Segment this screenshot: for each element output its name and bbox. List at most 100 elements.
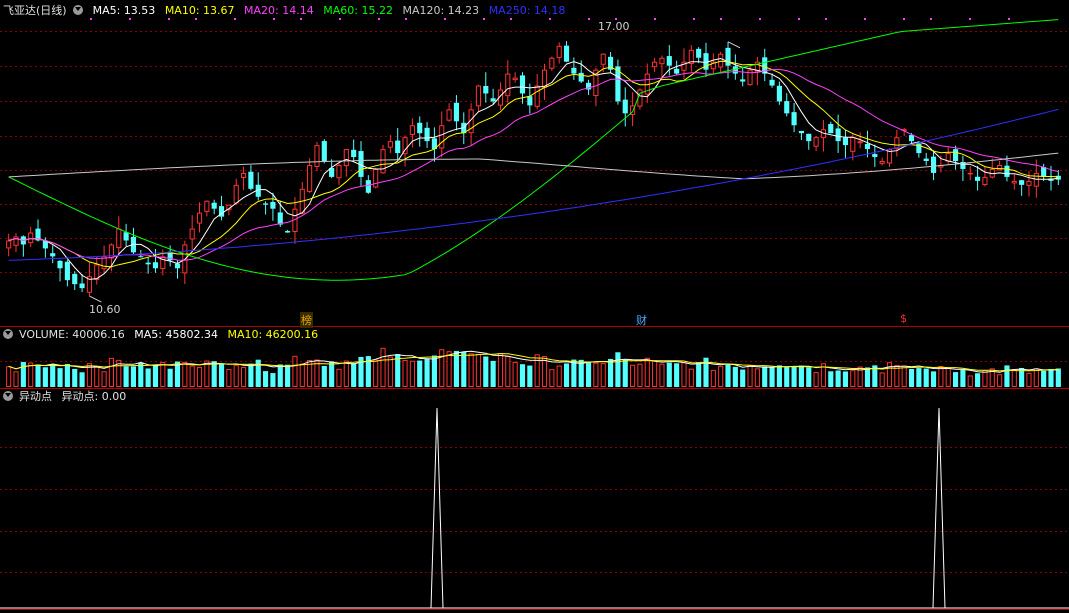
volume-bar (952, 372, 959, 387)
candle-body (952, 149, 959, 162)
candle-body (527, 96, 533, 106)
candle-body (343, 149, 349, 167)
candle-body (828, 124, 834, 134)
volume-bar (762, 366, 768, 387)
volume-bar (754, 368, 760, 388)
volume-bar (622, 359, 628, 387)
candle-body (813, 137, 819, 147)
volume-bar (196, 366, 203, 388)
volume-bar (1004, 365, 1010, 387)
volume-bar (923, 368, 929, 387)
candle-body (490, 98, 496, 102)
event-dot (864, 18, 866, 20)
candle-body (285, 231, 291, 233)
candle-body (776, 85, 782, 102)
volume-bar (299, 363, 305, 387)
volume-bar (431, 355, 437, 387)
event-dot (1008, 18, 1010, 20)
volume-bar (652, 360, 658, 387)
candle-body (571, 67, 577, 74)
volume-bar (930, 371, 937, 387)
candle-body (395, 140, 401, 154)
ma120-label: MA120: 14.23 (402, 4, 480, 17)
candle-body (1041, 166, 1047, 177)
candle-body (50, 253, 56, 257)
candle-body (196, 212, 203, 224)
candle-body (365, 180, 371, 193)
dropdown-icon[interactable] (73, 5, 84, 15)
volume-bar (615, 352, 621, 387)
volume-bar (13, 371, 19, 388)
volume-bar (138, 362, 144, 387)
volume-bar (160, 361, 166, 387)
volume-bar (864, 367, 871, 387)
volume-bar (945, 367, 951, 388)
volume-bar (285, 364, 291, 387)
volume-bar (1011, 369, 1017, 387)
volume-bar (72, 368, 78, 387)
event-dot (798, 18, 800, 20)
volume-bar (343, 360, 349, 388)
volume-bar (387, 356, 393, 387)
event-mark-rank[interactable]: 榜 (300, 312, 313, 328)
candle-body (307, 164, 313, 192)
low-price-label: 10.60 (89, 303, 121, 316)
candle-body (424, 127, 430, 142)
candle-body (336, 164, 342, 179)
volume-bar (101, 371, 107, 388)
volume-bar (1041, 370, 1047, 387)
volume-bar (674, 363, 680, 387)
volume-bar (828, 371, 834, 387)
volume-bar (233, 364, 239, 387)
candle-body (211, 202, 217, 209)
stock-chart[interactable] (0, 0, 1069, 613)
candle-body (417, 122, 423, 134)
volume-bar (600, 363, 606, 388)
volume-bar (439, 349, 445, 387)
signal-dropdown-icon[interactable] (3, 391, 13, 401)
candle-body (740, 79, 746, 82)
price-panel-header: 飞亚达(日线) MA5: 13.53 MA10: 13.67 MA20: 14.… (3, 3, 571, 18)
volume-bar (908, 368, 915, 387)
volume-bar (1026, 372, 1032, 387)
volume-bar (512, 361, 518, 388)
volume-bar (417, 360, 423, 387)
volume-bar (145, 368, 151, 387)
volume-bar (776, 365, 782, 387)
candle-body (453, 102, 459, 122)
volume-bar (916, 368, 922, 387)
event-mark-finance[interactable]: 财 (636, 312, 647, 328)
candle-body (791, 112, 797, 126)
volume-bar (644, 357, 650, 387)
ma250-label: MA250: 14.18 (488, 4, 566, 17)
event-dot (168, 18, 170, 20)
volume-bar (982, 370, 988, 387)
volume-bar (373, 359, 379, 388)
candle-body (116, 228, 122, 249)
volume-bar (585, 362, 592, 387)
volume-dropdown-icon[interactable] (3, 329, 13, 339)
candle-body (64, 261, 70, 281)
volume-bar (182, 361, 188, 387)
volume-bar (842, 371, 849, 387)
volume-bar (505, 356, 511, 388)
candle-body (373, 168, 379, 188)
candle-body (908, 135, 915, 142)
volume-bar (263, 371, 269, 387)
volume-bar (769, 367, 775, 387)
candle-body (541, 69, 548, 88)
candle-body (1019, 180, 1025, 185)
candle-body (696, 48, 702, 58)
candle-body (1004, 165, 1010, 177)
volume-bar (835, 370, 841, 387)
event-dot (510, 18, 512, 20)
candle-body (233, 184, 239, 204)
event-mark-dollar[interactable]: $ (900, 312, 907, 325)
volume-bar (380, 347, 386, 387)
candle-body (622, 99, 628, 114)
candle-body (652, 61, 658, 68)
candle-body (549, 57, 555, 69)
volume-bar (850, 370, 856, 388)
ma250-line (8, 108, 1059, 261)
volume-bar (681, 362, 687, 387)
